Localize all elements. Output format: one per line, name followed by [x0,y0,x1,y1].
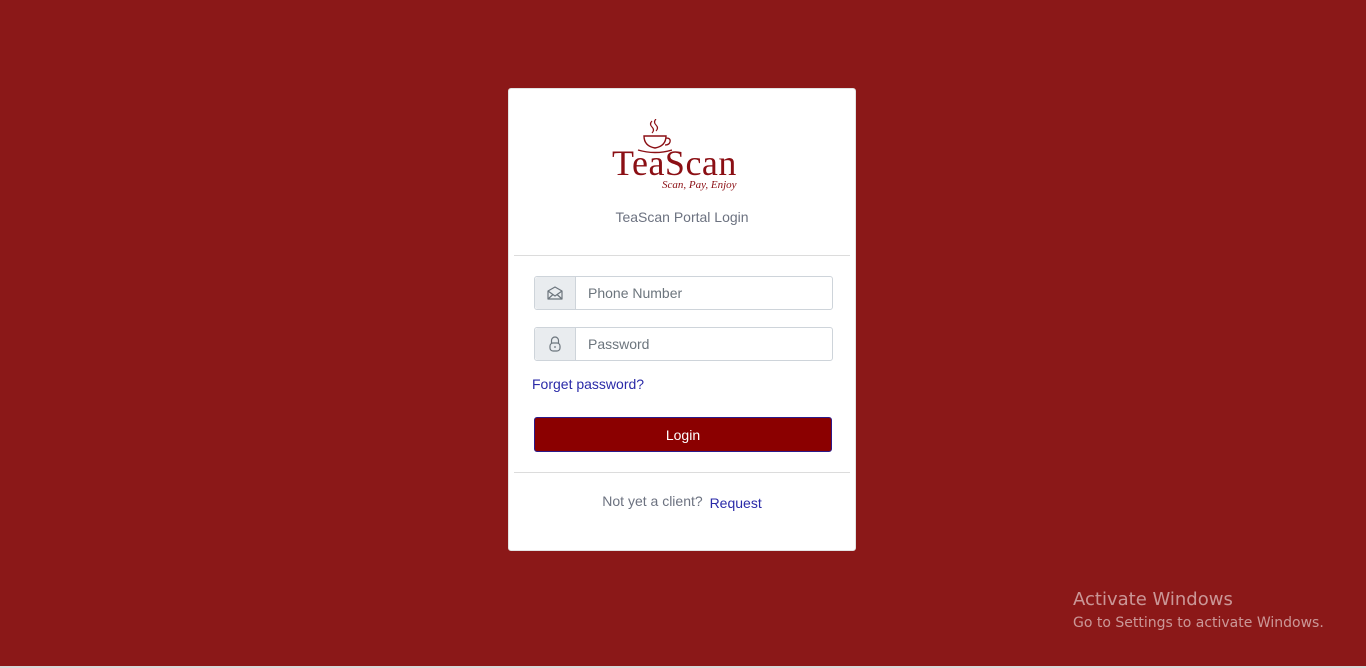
logo-tagline: Scan, Pay, Enjoy [662,179,737,191]
divider [514,255,850,256]
lock-icon [535,328,576,360]
forget-password-link[interactable]: Forget password? [532,376,644,392]
request-link[interactable]: Request [710,495,762,511]
password-input-group [534,327,833,361]
password-input[interactable] [576,328,832,360]
envelope-icon [535,277,576,309]
activate-windows-watermark: Activate Windows Go to Settings to activ… [1073,589,1324,635]
watermark-subtitle: Go to Settings to activate Windows. [1073,615,1324,631]
phone-input-group [534,276,833,310]
phone-number-input[interactable] [576,277,832,309]
logo-wordmark: TeaScan [612,143,737,183]
login-button[interactable]: Login [534,417,832,452]
login-card: TeaScan Scan, Pay, Enjoy TeaScan Portal … [508,88,856,551]
teascan-logo: TeaScan Scan, Pay, Enjoy [509,119,855,193]
portal-title: TeaScan Portal Login [615,209,749,225]
login-page: TeaScan Scan, Pay, Enjoy TeaScan Portal … [0,0,1366,668]
not-client-text: Not yet a client? [602,493,703,509]
signup-prompt: Not yet a client? Request [509,493,855,511]
watermark-title: Activate Windows [1073,589,1233,610]
divider [514,472,850,473]
